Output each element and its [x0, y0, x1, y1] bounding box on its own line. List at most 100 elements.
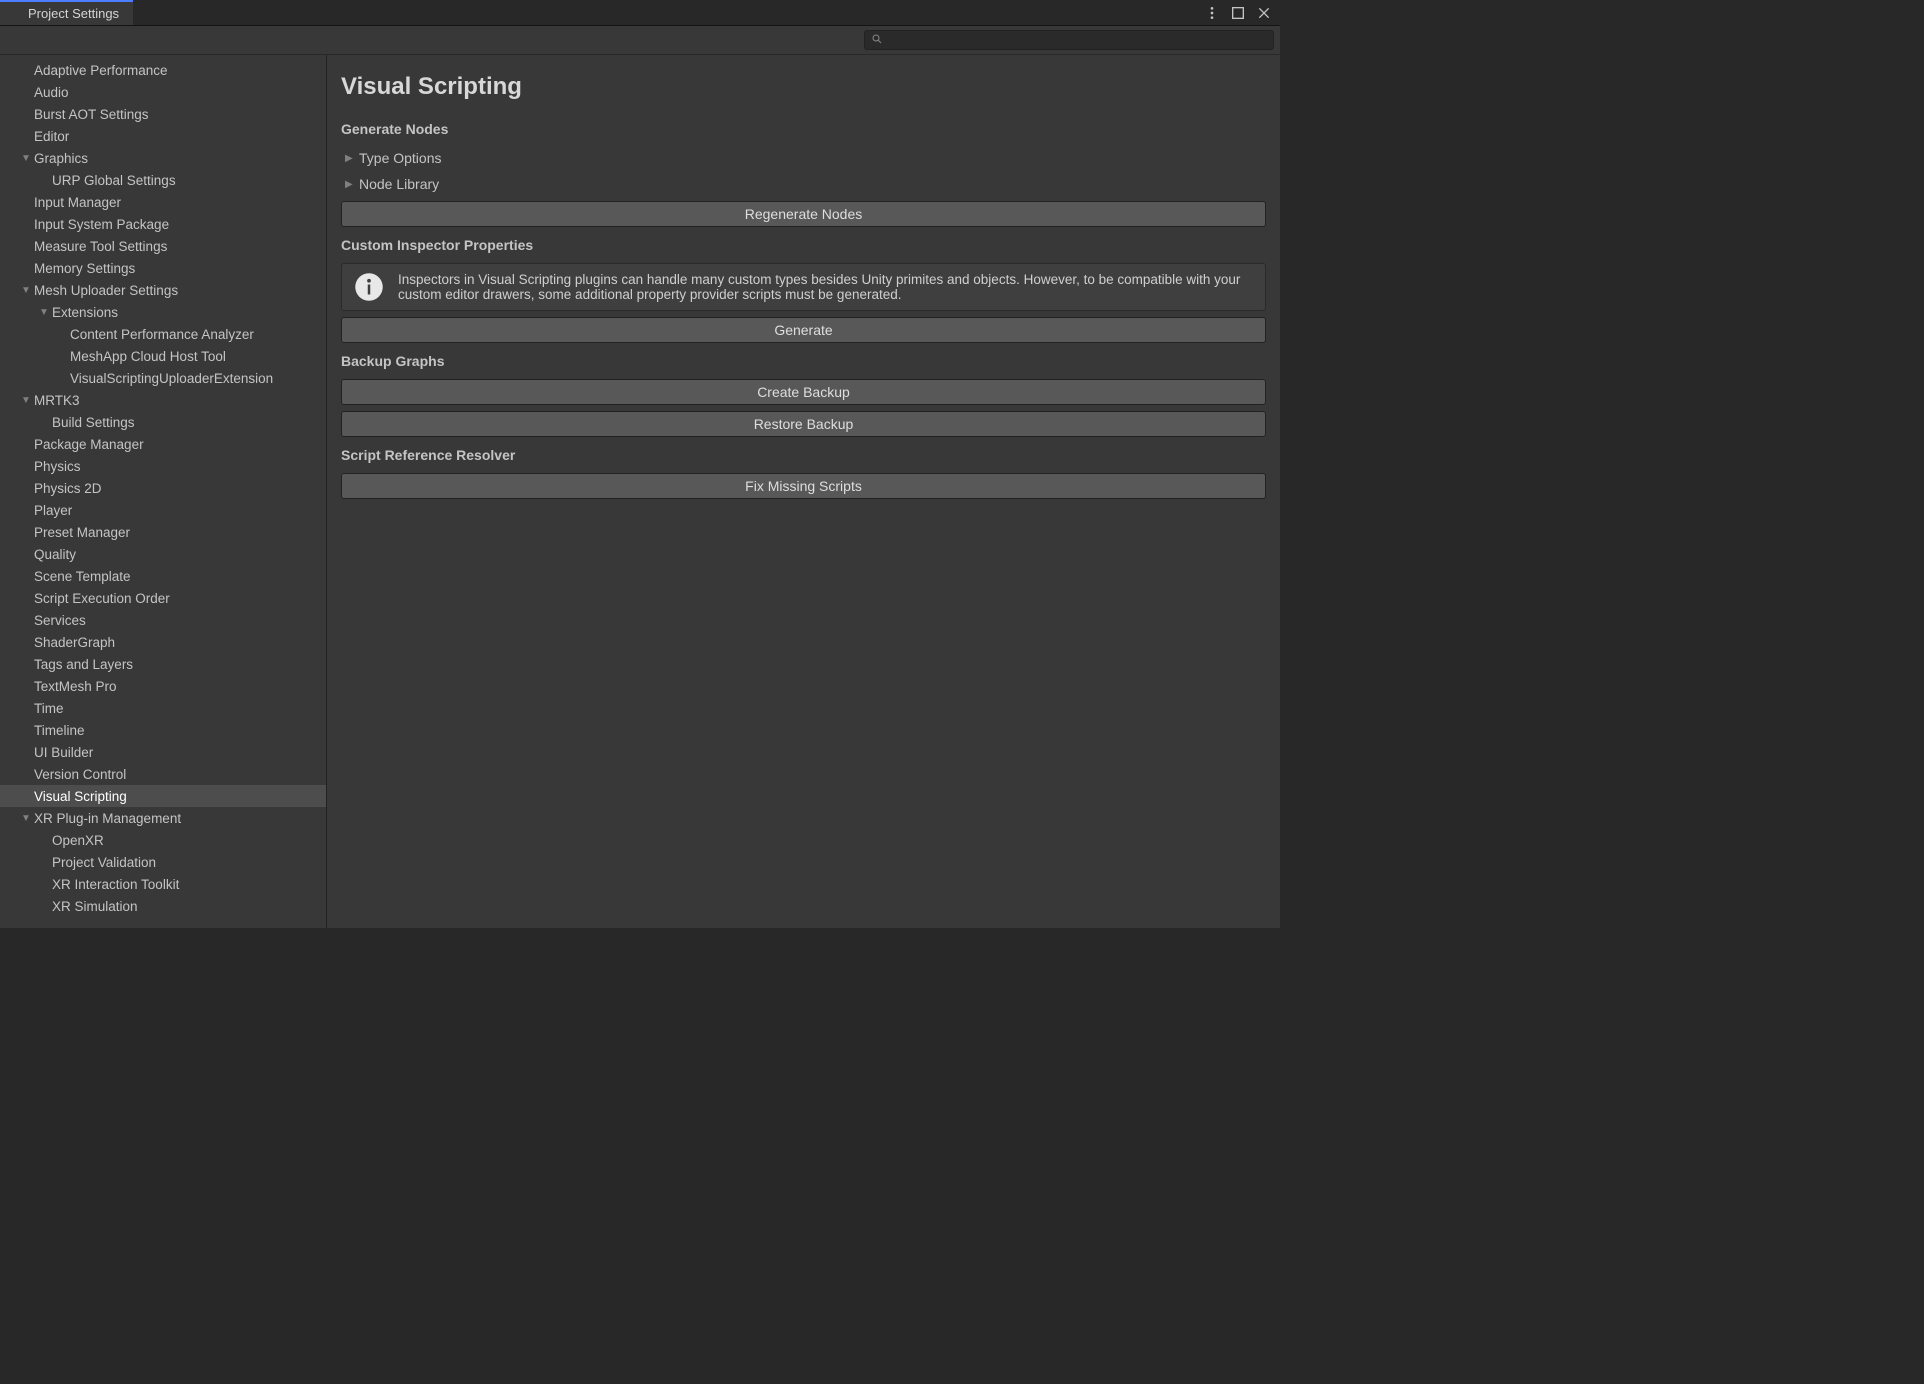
sidebar-item[interactable]: ▶XR Simulation	[0, 895, 326, 917]
sidebar-item[interactable]: ▶Time	[0, 697, 326, 719]
sidebar-item-label: Project Validation	[50, 855, 156, 870]
sidebar-item-label: Build Settings	[50, 415, 135, 430]
sidebar-item-label: Memory Settings	[32, 261, 135, 276]
sidebar-item-label: TextMesh Pro	[32, 679, 117, 694]
fix-missing-scripts-button[interactable]: Fix Missing Scripts	[341, 473, 1266, 499]
info-text: Inspectors in Visual Scripting plugins c…	[398, 272, 1253, 302]
sidebar-item-label: Content Performance Analyzer	[68, 327, 254, 342]
tab-label: Project Settings	[28, 6, 119, 21]
sidebar-item-label: Measure Tool Settings	[32, 239, 167, 254]
sidebar-item[interactable]: ▶OpenXR	[0, 829, 326, 851]
section-heading-generate-nodes: Generate Nodes	[341, 121, 1266, 137]
sidebar-item[interactable]: ▶Content Performance Analyzer	[0, 323, 326, 345]
sidebar-item[interactable]: ▶XR Interaction Toolkit	[0, 873, 326, 895]
create-backup-button[interactable]: Create Backup	[341, 379, 1266, 405]
sidebar-item[interactable]: ▶Memory Settings	[0, 257, 326, 279]
sidebar-item[interactable]: ▼Extensions	[0, 301, 326, 323]
sidebar-item-label: Quality	[32, 547, 76, 562]
sidebar-item[interactable]: ▶Build Settings	[0, 411, 326, 433]
chevron-down-icon: ▼	[38, 307, 50, 318]
sidebar-item-label: Adaptive Performance	[32, 63, 168, 78]
sidebar-item[interactable]: ▶Preset Manager	[0, 521, 326, 543]
search-row	[0, 26, 1280, 55]
sidebar-item-label: Extensions	[50, 305, 118, 320]
sidebar-item[interactable]: ▶Visual Scripting	[0, 785, 326, 807]
sidebar-item-label: MeshApp Cloud Host Tool	[68, 349, 226, 364]
sidebar-item[interactable]: ▶Project Validation	[0, 851, 326, 873]
sidebar-item[interactable]: ▶Player	[0, 499, 326, 521]
sidebar-item[interactable]: ▶Input Manager	[0, 191, 326, 213]
search-input[interactable]	[889, 33, 1267, 47]
section-heading-custom-inspector: Custom Inspector Properties	[341, 237, 1266, 253]
sidebar-item-label: Graphics	[32, 151, 88, 166]
sidebar-item-label: Input System Package	[32, 217, 169, 232]
sidebar-item[interactable]: ▼MRTK3	[0, 389, 326, 411]
sidebar-item-label: Visual Scripting	[32, 789, 127, 804]
sidebar-item-label: Physics 2D	[32, 481, 102, 496]
foldout-node-library[interactable]: ▶ Node Library	[341, 173, 1266, 195]
sidebar-item-label: OpenXR	[50, 833, 104, 848]
sidebar-item[interactable]: ▶Version Control	[0, 763, 326, 785]
sidebar-item-label: Mesh Uploader Settings	[32, 283, 178, 298]
sidebar-item-label: Burst AOT Settings	[32, 107, 149, 122]
regenerate-nodes-button[interactable]: Regenerate Nodes	[341, 201, 1266, 227]
section-heading-script-resolver: Script Reference Resolver	[341, 447, 1266, 463]
sidebar-item-label: XR Plug-in Management	[32, 811, 181, 826]
sidebar-item-label: Time	[32, 701, 64, 716]
sidebar-item[interactable]: ▶Services	[0, 609, 326, 631]
sidebar-item[interactable]: ▶Tags and Layers	[0, 653, 326, 675]
section-heading-backup-graphs: Backup Graphs	[341, 353, 1266, 369]
info-box: Inspectors in Visual Scripting plugins c…	[341, 263, 1266, 311]
foldout-label: Node Library	[359, 176, 439, 192]
sidebar-item[interactable]: ▶MeshApp Cloud Host Tool	[0, 345, 326, 367]
search-icon	[871, 32, 883, 48]
sidebar-item[interactable]: ▶ShaderGraph	[0, 631, 326, 653]
search-box[interactable]	[864, 30, 1274, 50]
sidebar: ▶Adaptive Performance▶Audio▶Burst AOT Se…	[0, 55, 327, 928]
kebab-menu-icon[interactable]	[1204, 5, 1220, 21]
sidebar-item[interactable]: ▼XR Plug-in Management	[0, 807, 326, 829]
restore-backup-button[interactable]: Restore Backup	[341, 411, 1266, 437]
sidebar-item[interactable]: ▶UI Builder	[0, 741, 326, 763]
sidebar-item[interactable]: ▶Physics 2D	[0, 477, 326, 499]
sidebar-item-label: VisualScriptingUploaderExtension	[68, 371, 273, 386]
sidebar-item[interactable]: ▶Input System Package	[0, 213, 326, 235]
sidebar-item[interactable]: ▼Graphics	[0, 147, 326, 169]
tab-project-settings[interactable]: Project Settings	[0, 0, 133, 25]
sidebar-item-label: Tags and Layers	[32, 657, 133, 672]
generate-button[interactable]: Generate	[341, 317, 1266, 343]
sidebar-item[interactable]: ▶TextMesh Pro	[0, 675, 326, 697]
sidebar-item[interactable]: ▼Mesh Uploader Settings	[0, 279, 326, 301]
sidebar-item[interactable]: ▶Adaptive Performance	[0, 59, 326, 81]
sidebar-item[interactable]: ▶Editor	[0, 125, 326, 147]
sidebar-item-label: Player	[32, 503, 72, 518]
sidebar-item[interactable]: ▶URP Global Settings	[0, 169, 326, 191]
sidebar-item[interactable]: ▶Audio	[0, 81, 326, 103]
close-icon[interactable]	[1256, 5, 1272, 21]
sidebar-item[interactable]: ▶Burst AOT Settings	[0, 103, 326, 125]
sidebar-item-label: Version Control	[32, 767, 126, 782]
sidebar-item-label: ShaderGraph	[32, 635, 115, 650]
sidebar-item[interactable]: ▶VisualScriptingUploaderExtension	[0, 367, 326, 389]
sidebar-item[interactable]: ▶Quality	[0, 543, 326, 565]
sidebar-item[interactable]: ▶Timeline	[0, 719, 326, 741]
sidebar-item-label: Editor	[32, 129, 69, 144]
sidebar-item-label: Scene Template	[32, 569, 131, 584]
sidebar-item-label: XR Interaction Toolkit	[50, 877, 179, 892]
sidebar-item[interactable]: ▶Physics	[0, 455, 326, 477]
sidebar-item-label: Services	[32, 613, 86, 628]
sidebar-item-label: Script Execution Order	[32, 591, 170, 606]
gear-icon	[8, 5, 22, 22]
foldout-type-options[interactable]: ▶ Type Options	[341, 147, 1266, 169]
chevron-down-icon: ▼	[20, 395, 32, 406]
foldout-label: Type Options	[359, 150, 442, 166]
sidebar-item[interactable]: ▶Measure Tool Settings	[0, 235, 326, 257]
sidebar-item[interactable]: ▶Scene Template	[0, 565, 326, 587]
info-icon	[354, 272, 384, 302]
sidebar-item[interactable]: ▶Package Manager	[0, 433, 326, 455]
sidebar-item[interactable]: ▶Script Execution Order	[0, 587, 326, 609]
sidebar-item-label: Package Manager	[32, 437, 144, 452]
sidebar-item-label: MRTK3	[32, 393, 80, 408]
chevron-right-icon: ▶	[345, 179, 355, 190]
maximize-icon[interactable]	[1230, 5, 1246, 21]
